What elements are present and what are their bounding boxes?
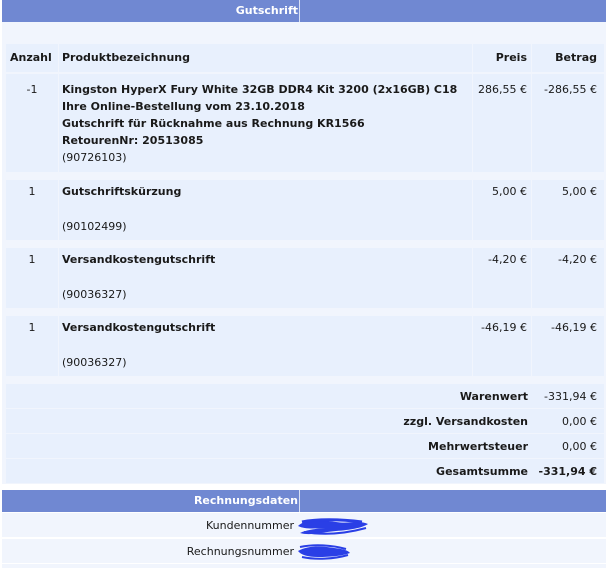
item-qty: 1	[28, 185, 36, 198]
item-price: -46,19 €	[481, 321, 527, 334]
total-row-goods: Warenwert -331,94 €	[6, 384, 604, 408]
item-code: (90102499)	[62, 220, 127, 233]
header-divider	[299, 0, 300, 22]
total-row-shipping: zzgl. Versandkosten 0,00 €	[6, 409, 604, 433]
column-header-product: Produktbezeichnung	[62, 51, 191, 64]
invoice-number-label: Rechnungsnummer	[186, 545, 294, 558]
redaction-scribble	[298, 544, 350, 560]
item-name: Gutschriftskürzung	[62, 185, 182, 198]
item-qty: 1	[28, 321, 36, 334]
item-code: (90726103)	[62, 151, 127, 164]
item-amount: -46,19 €	[551, 321, 597, 334]
invoice-title: Rechnungsdaten	[193, 494, 298, 507]
item-amount: -4,20 €	[558, 253, 597, 266]
invoice-header-bar: Rechnungsdaten	[2, 490, 606, 512]
item-amount: 5,00 €	[562, 185, 597, 198]
total-row-vat: Mehrwertsteuer 0,00 €	[6, 434, 604, 458]
item-price: 286,55 €	[478, 83, 527, 96]
redaction-scribble	[298, 518, 368, 535]
total-label: Warenwert	[459, 390, 528, 403]
column-header-amount: Betrag	[555, 51, 597, 64]
total-label: zzgl. Versandkosten	[403, 415, 528, 428]
bottom-strip	[2, 564, 606, 568]
item-amount: -286,55 €	[544, 83, 597, 96]
item-invoice-line: Gutschrift für Rücknahme aus Rechnung KR…	[62, 117, 365, 130]
item-price: 5,00 €	[492, 185, 527, 198]
header-divider	[299, 490, 300, 512]
item-name: Versandkostengutschrift	[62, 321, 216, 334]
total-label: Gesamtsumme	[436, 465, 528, 478]
item-name: Kingston HyperX Fury White 32GB DDR4 Kit…	[62, 83, 458, 96]
item-order-line: Ihre Online-Bestellung vom 23.10.2018	[62, 100, 305, 113]
total-value: -331,94 €	[544, 390, 597, 403]
total-value: 0,00 €	[562, 440, 597, 453]
item-code: (90036327)	[62, 356, 127, 369]
total-value: -331,94 €	[538, 465, 598, 478]
credit-note-page: Gutschrift Anzahl Produktbezeichnung Pre…	[0, 0, 608, 568]
total-row-grand: Gesamtsumme -331,94 €	[6, 459, 604, 483]
item-price: -4,20 €	[488, 253, 527, 266]
item-return-line: RetourenNr: 20513085	[62, 134, 204, 147]
column-header-price: Preis	[495, 51, 527, 64]
item-name: Versandkostengutschrift	[62, 253, 216, 266]
customer-number-label: Kundennummer	[206, 519, 294, 532]
credit-title: Gutschrift	[235, 4, 298, 17]
item-code: (90036327)	[62, 288, 127, 301]
credit-header-bar: Gutschrift	[2, 0, 606, 22]
total-label: Mehrwertsteuer	[428, 440, 528, 453]
total-value: 0,00 €	[562, 415, 597, 428]
item-qty: 1	[28, 253, 36, 266]
item-qty: -1	[26, 83, 38, 96]
column-header-qty: Anzahl	[10, 51, 52, 64]
